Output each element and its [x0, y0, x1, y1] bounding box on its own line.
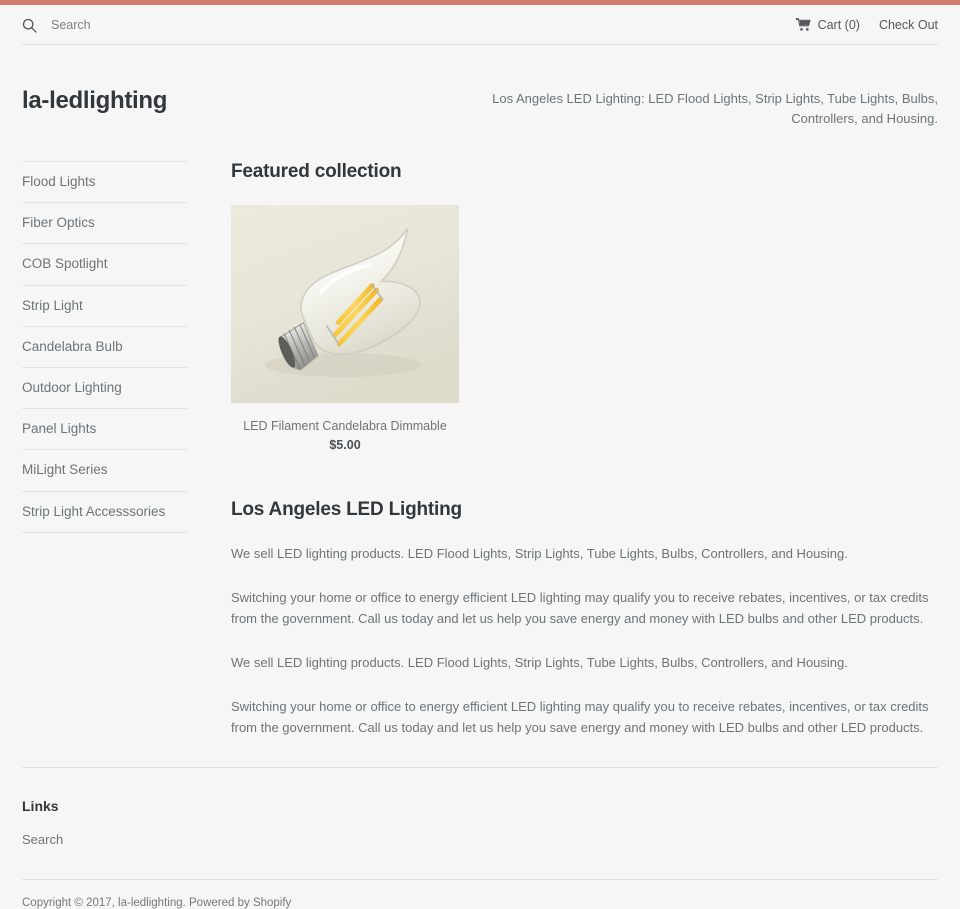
search-icon[interactable]: [22, 18, 37, 33]
rich-text-paragraph: Switching your home or office to energy …: [231, 699, 929, 736]
sidebar-item-flood-lights[interactable]: Flood Lights: [22, 161, 187, 202]
featured-collection-title: Featured collection: [231, 161, 402, 182]
sidebar-nav: Flood Lights Fiber Optics COB Spotlight …: [22, 161, 187, 533]
sidebar-item-outdoor-lighting[interactable]: Outdoor Lighting: [22, 366, 187, 408]
sidebar-item-cob-spotlight[interactable]: COB Spotlight: [22, 243, 187, 284]
rich-text-paragraph: We sell LED lighting products. LED Flood…: [231, 546, 848, 562]
sidebar-item-strip-light[interactable]: Strip Light: [22, 284, 187, 326]
product-title: LED Filament Candelabra Dimmable: [243, 419, 447, 433]
utility-bar: Cart (0) Check Out: [0, 5, 960, 45]
main-content: Featured collection LED Filament Candela…: [209, 161, 938, 739]
cart-link[interactable]: Cart (0): [795, 17, 860, 32]
shopping-cart-icon: [795, 17, 811, 32]
sidebar-item-strip-light-accessories[interactable]: Strip Light Accesssories: [22, 490, 187, 533]
rich-text-paragraph: Switching your home or office to energy …: [231, 590, 929, 627]
product-price: $5.00: [329, 438, 361, 453]
footer-heading-links: Links: [22, 797, 59, 814]
sidebar-item-milight-series[interactable]: MiLight Series: [22, 449, 187, 490]
site-tagline: Los Angeles LED Lighting: LED Flood Ligh…: [492, 91, 938, 126]
site-footer: Links Search: [22, 766, 938, 847]
cart-label: Cart (0): [817, 18, 860, 32]
search-input[interactable]: [51, 18, 311, 32]
search-form[interactable]: [22, 18, 311, 33]
sidebar-item-panel-lights[interactable]: Panel Lights: [22, 408, 187, 449]
product-image: [231, 205, 459, 403]
rich-text-body: We sell LED lighting products. LED Flood…: [231, 543, 938, 738]
product-card[interactable]: LED Filament Candelabra Dimmable $5.00: [231, 205, 459, 452]
rich-text-heading: Los Angeles LED Lighting: [231, 499, 462, 521]
sidebar-item-fiber-optics[interactable]: Fiber Optics: [22, 202, 187, 243]
product-grid: LED Filament Candelabra Dimmable $5.00: [231, 205, 938, 452]
page-body: Flood Lights Fiber Optics COB Spotlight …: [0, 161, 960, 739]
site-header: la-ledlighting Los Angeles LED Lighting:…: [0, 45, 960, 128]
footer-copyright: Copyright © 2017, la-ledlighting. Powere…: [22, 878, 938, 909]
site-title[interactable]: la-ledlighting: [22, 75, 167, 116]
utility-bar-actions: Cart (0) Check Out: [795, 17, 938, 32]
sidebar-item-candelabra-bulb[interactable]: Candelabra Bulb: [22, 325, 187, 367]
rich-text-paragraph: We sell LED lighting products. LED Flood…: [231, 655, 848, 671]
checkout-link[interactable]: Check Out: [879, 18, 938, 32]
footer-link-search[interactable]: Search: [22, 832, 938, 847]
